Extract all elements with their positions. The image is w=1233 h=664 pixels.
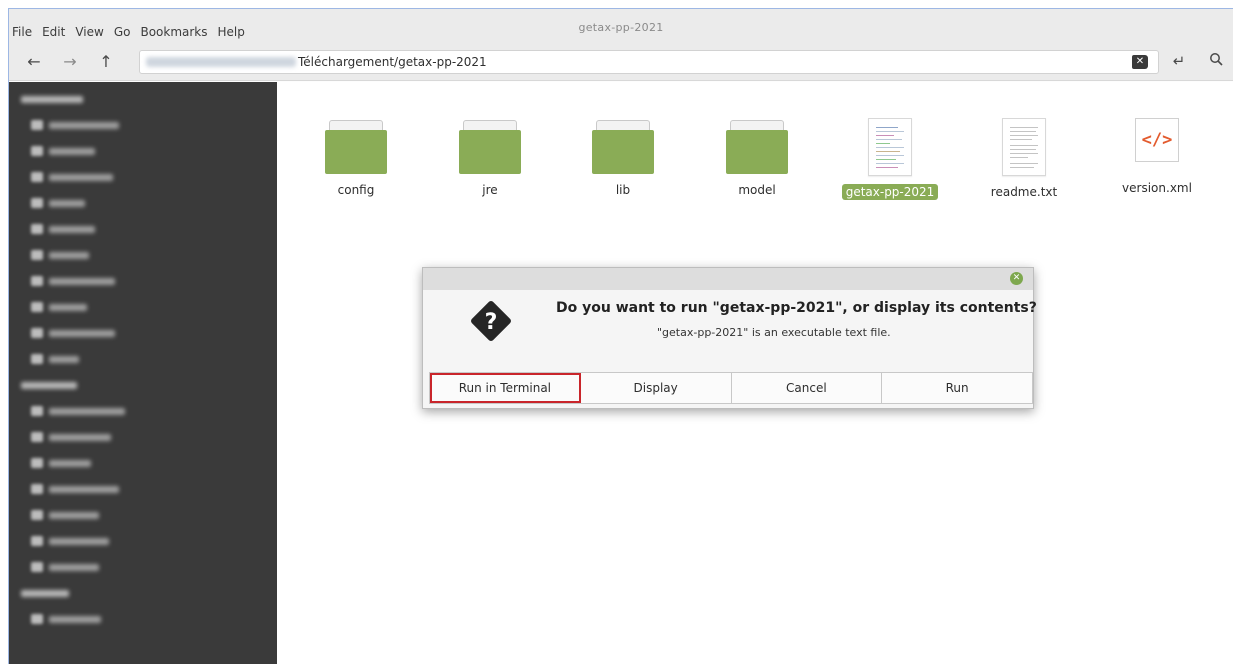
run-in-terminal-button[interactable]: Run in Terminal [430, 373, 581, 403]
title-bar: getax-pp-2021 File Edit View Go Bookmark… [9, 9, 1233, 43]
sidebar-item[interactable] [31, 454, 91, 472]
backspace-icon[interactable]: ✕ [1132, 55, 1148, 69]
path-text: Téléchargement/getax-pp-2021 [298, 55, 487, 69]
file-label: model [738, 183, 776, 197]
file-label-selected: getax-pp-2021 [841, 184, 939, 200]
arrow-left-icon: ← [27, 52, 41, 71]
sidebar-item[interactable] [31, 428, 111, 446]
sidebar-item[interactable] [31, 246, 89, 264]
file-item-config[interactable]: config [301, 120, 411, 198]
sidebar-item[interactable] [31, 402, 125, 420]
arrow-up-icon: ↑ [99, 52, 113, 71]
file-label: lib [615, 183, 631, 197]
path-redacted [146, 57, 296, 67]
run-button[interactable]: Run [882, 373, 1032, 403]
cancel-button[interactable]: Cancel [731, 373, 883, 403]
sidebar [9, 82, 277, 664]
sidebar-section-bookmarks[interactable] [21, 376, 77, 394]
sidebar-item[interactable] [31, 168, 113, 186]
folder-icon [592, 120, 654, 174]
script-file-icon [868, 118, 912, 176]
dialog-subtext: "getax-pp-2021" is an executable text fi… [657, 326, 891, 339]
file-label: version.xml [1122, 181, 1192, 195]
sidebar-item[interactable] [31, 324, 115, 342]
location-bar[interactable]: Téléchargement/getax-pp-2021 ✕ [139, 50, 1159, 74]
arrow-right-icon: → [63, 52, 77, 71]
sidebar-item[interactable] [31, 220, 95, 238]
menu-edit[interactable]: Edit [37, 22, 70, 42]
forward-button[interactable]: → [59, 51, 81, 73]
file-item-version-xml[interactable]: </> version.xml [1102, 118, 1212, 196]
file-label: jre [482, 183, 498, 197]
sidebar-item[interactable] [31, 558, 99, 576]
folder-icon [459, 120, 521, 174]
sidebar-item[interactable] [31, 194, 85, 212]
file-item-jre[interactable]: jre [435, 120, 545, 198]
menu-file[interactable]: File [9, 22, 37, 42]
sidebar-item[interactable] [31, 272, 115, 290]
sidebar-item[interactable] [31, 142, 95, 160]
file-item-model[interactable]: model [702, 120, 812, 198]
xml-file-icon: </> [1135, 118, 1179, 162]
close-icon[interactable]: ✕ [1010, 272, 1023, 285]
menu-view[interactable]: View [70, 22, 108, 42]
up-button[interactable]: ↑ [95, 51, 117, 73]
menu-help[interactable]: Help [213, 22, 250, 42]
back-button[interactable]: ← [23, 51, 45, 73]
file-item-readme[interactable]: readme.txt [969, 118, 1079, 200]
folder-icon [325, 120, 387, 174]
file-item-lib[interactable]: lib [568, 120, 678, 198]
svg-text:?: ? [485, 310, 498, 335]
display-button[interactable]: Display [580, 373, 732, 403]
sidebar-item[interactable] [31, 298, 87, 316]
sidebar-item[interactable] [31, 350, 79, 368]
file-item-getax-pp-2021[interactable]: getax-pp-2021 [835, 118, 945, 200]
dialog-heading: Do you want to run "getax-pp-2021", or d… [556, 300, 1037, 316]
run-or-display-dialog: ✕ ? Do you want to run "getax-pp-2021", … [422, 267, 1037, 409]
sidebar-item[interactable] [31, 116, 119, 134]
sidebar-section-computer[interactable] [21, 90, 83, 108]
folder-icon [726, 120, 788, 174]
dialog-titlebar: ✕ [423, 268, 1033, 290]
sidebar-item[interactable] [31, 506, 99, 524]
sidebar-item[interactable] [31, 480, 119, 498]
sidebar-item[interactable] [31, 610, 101, 628]
sidebar-section-network[interactable] [21, 584, 69, 602]
menu-bookmarks[interactable]: Bookmarks [135, 22, 212, 42]
text-file-icon [1002, 118, 1046, 176]
toolbar: ← → ↑ Téléchargement/getax-pp-2021 ✕ ↵ [9, 43, 1233, 81]
location-toggle-icon[interactable]: ↵ [1169, 51, 1189, 71]
dialog-button-row: Run in Terminal Display Cancel Run [429, 372, 1033, 404]
file-manager-window: getax-pp-2021 File Edit View Go Bookmark… [8, 8, 1233, 664]
search-icon[interactable] [1206, 51, 1226, 71]
file-label: readme.txt [990, 185, 1058, 199]
menu-bar: File Edit View Go Bookmarks Help [9, 22, 250, 42]
file-label: config [337, 183, 375, 197]
question-diamond-icon: ? [471, 301, 511, 341]
menu-go[interactable]: Go [109, 22, 136, 42]
sidebar-item[interactable] [31, 532, 109, 550]
